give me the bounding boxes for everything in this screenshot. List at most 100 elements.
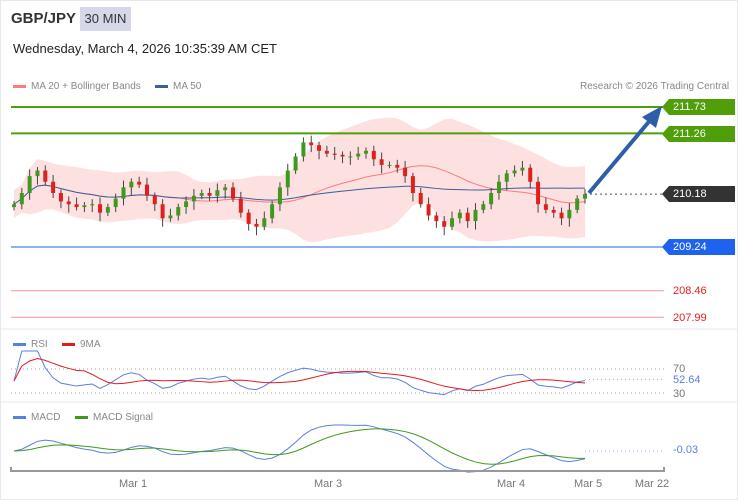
- last-price-tag: 210.18: [662, 186, 735, 202]
- x-label-mar22: Mar 22: [634, 478, 670, 490]
- candle-body: [309, 142, 314, 146]
- candle-body: [27, 176, 32, 194]
- candle-body: [536, 181, 541, 205]
- candle-body: [129, 181, 134, 188]
- candle-body: [35, 170, 40, 177]
- candle-body: [528, 167, 533, 182]
- x-label-mar4: Mar 4: [496, 478, 526, 490]
- candle-body: [160, 204, 165, 219]
- legend-rsi-label: RSI: [31, 339, 48, 350]
- candle-body: [473, 209, 478, 222]
- candle-body: [551, 209, 556, 213]
- candle-body: [137, 181, 142, 185]
- candle-body: [434, 215, 439, 222]
- legend-rsi-ma: 9MA: [62, 339, 101, 350]
- x-label-mar3: Mar 3: [313, 478, 343, 490]
- candle-body: [387, 164, 392, 166]
- candle-body: [215, 190, 220, 196]
- candle-body: [43, 170, 48, 182]
- candle-body: [512, 170, 517, 174]
- legend-macd-signal: MACD Signal: [75, 412, 153, 423]
- candle-body: [489, 193, 494, 205]
- candle-body: [144, 184, 149, 196]
- x-label-mar1: Mar 1: [118, 478, 148, 490]
- candle-body: [121, 187, 126, 199]
- support1-label: 208.46: [673, 285, 707, 297]
- candle-body: [575, 198, 580, 210]
- candle-body: [457, 212, 462, 219]
- resistance2-tag: 211.73: [662, 99, 735, 115]
- legend-rsi-ma-label: 9MA: [80, 339, 101, 350]
- candle-body: [371, 150, 376, 160]
- candle-body: [418, 193, 423, 205]
- resistance1-tag: 211.26: [662, 126, 735, 142]
- candle-body: [567, 209, 572, 219]
- candle-body: [105, 207, 110, 213]
- candle-body: [191, 195, 196, 202]
- candle-body: [559, 212, 564, 219]
- candle-body: [293, 156, 298, 171]
- legend-macd: MACD: [13, 412, 60, 423]
- legend-rsi: RSI: [13, 339, 48, 350]
- candle-body: [246, 212, 251, 224]
- candle-body: [19, 193, 24, 205]
- forecast-arrow: [587, 116, 654, 195]
- legend-macd-signal-label: MACD Signal: [93, 412, 154, 423]
- candle-body: [168, 215, 173, 219]
- candle-body: [12, 204, 16, 208]
- candle-body: [238, 198, 243, 213]
- candle-body: [332, 153, 337, 155]
- candle-body: [231, 187, 236, 199]
- candle-body: [176, 207, 181, 216]
- macd-signal-line: [13, 428, 586, 465]
- candle-body: [496, 181, 501, 194]
- candle-body: [403, 167, 408, 177]
- candle-body: [152, 195, 157, 205]
- candle-body: [184, 201, 189, 208]
- candle-body: [410, 176, 415, 194]
- candle-body: [465, 212, 470, 222]
- legend-macd-label: MACD: [31, 412, 61, 423]
- candle-body: [426, 204, 431, 216]
- candle-body: [262, 218, 267, 227]
- pivot-tag: 209.24: [662, 239, 735, 255]
- candle-body: [442, 221, 447, 227]
- candle-body: [74, 204, 79, 208]
- candle-body: [66, 201, 71, 205]
- candle-body: [363, 150, 368, 154]
- candle-body: [58, 193, 63, 202]
- candle-body: [301, 142, 306, 157]
- candle-body: [98, 204, 103, 213]
- x-axis: [10, 467, 665, 472]
- candle-body: [223, 187, 228, 191]
- candle-body: [207, 193, 212, 196]
- macd-line: [13, 424, 586, 473]
- candle-body: [379, 159, 384, 165]
- candle-body: [277, 187, 282, 205]
- candle-body: [51, 181, 56, 194]
- candle-body: [395, 164, 400, 168]
- candle-body: [90, 204, 95, 206]
- candle-body: [504, 173, 509, 182]
- candle-body: [348, 156, 353, 158]
- candle-body: [285, 170, 290, 188]
- candle-body: [324, 150, 329, 154]
- rsi-line: [13, 350, 586, 396]
- macd-value: -0.03: [673, 444, 699, 456]
- candle-body: [356, 153, 361, 157]
- candle-body: [270, 204, 275, 219]
- candle-body: [317, 145, 322, 151]
- rsi-ma-line: [13, 357, 586, 392]
- candle-body: [113, 198, 118, 208]
- candle-body: [583, 194, 587, 199]
- x-label-mar5: Mar 5: [573, 478, 603, 490]
- rsi-value: 52.64: [673, 374, 701, 386]
- candle-body: [450, 218, 455, 227]
- candle-body: [340, 154, 345, 157]
- candle-body: [520, 167, 525, 171]
- candle-body: [199, 193, 204, 196]
- rsi-30-label: 30: [673, 388, 686, 400]
- candle-body: [481, 204, 486, 210]
- support2-label: 207.99: [673, 312, 707, 324]
- candle-body: [254, 223, 259, 227]
